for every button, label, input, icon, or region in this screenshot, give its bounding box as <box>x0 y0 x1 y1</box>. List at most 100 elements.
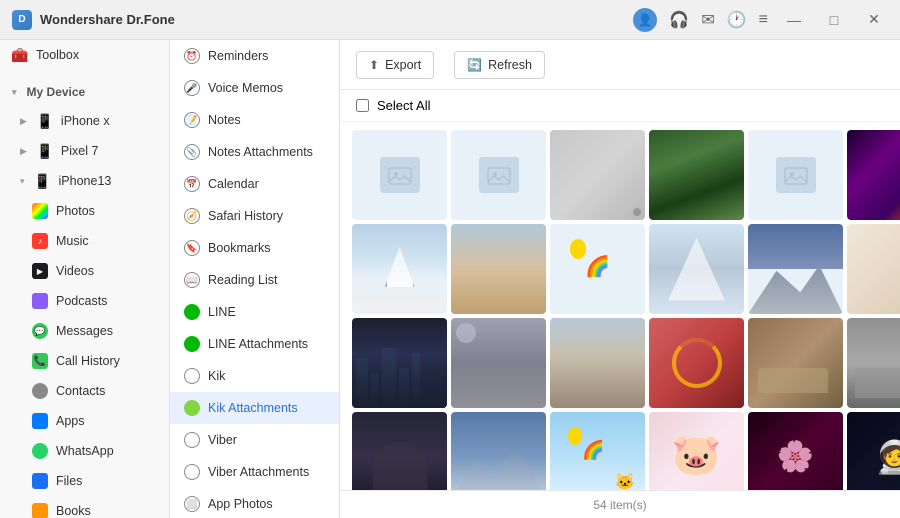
mid-item-bookmarks[interactable]: 🔖 Bookmarks <box>170 232 339 264</box>
iphone13-arrow: ▾ <box>20 176 25 187</box>
photo-purple-door[interactable] <box>847 130 900 220</box>
photo-car2[interactable] <box>847 318 900 408</box>
sidebar-mid: ⏰ Reminders 🎤 Voice Memos 📝 Notes 📎 Note… <box>170 40 340 518</box>
photo-girl1[interactable] <box>451 224 546 314</box>
sidebar-item-photos[interactable]: Photos <box>0 196 169 226</box>
photo-notebook[interactable] <box>550 130 645 220</box>
minimize-button[interactable]: — <box>780 6 808 34</box>
select-all-checkbox[interactable] <box>356 99 369 112</box>
mid-item-viber-attachments[interactable]: Viber Attachments <box>170 456 339 488</box>
mid-item-notes[interactable]: 📝 Notes <box>170 104 339 136</box>
photo-balloon2[interactable]: 🌈 🐱 <box>550 412 645 490</box>
sidebar-item-pixel-7[interactable]: ▶ 📱 Pixel 7 <box>0 136 169 166</box>
select-all-row: Select All <box>340 90 900 122</box>
photo-white-shape[interactable] <box>649 224 744 314</box>
sidebar-item-files[interactable]: Files <box>0 466 169 496</box>
my-device-label: My Device <box>27 85 86 99</box>
photo-girl2[interactable] <box>550 318 645 408</box>
mid-item-reminders[interactable]: ⏰ Reminders <box>170 40 339 72</box>
bookmarks-icon: 🔖 <box>184 240 200 256</box>
photo-mountain3[interactable] <box>451 412 546 490</box>
sidebar-item-iphone13[interactable]: ▾ 📱 iPhone13 <box>0 166 169 196</box>
sidebar-item-music[interactable]: ♪ Music <box>0 226 169 256</box>
photo-placeholder-3[interactable] <box>748 130 843 220</box>
photo-city-night[interactable] <box>352 318 447 408</box>
podcasts-icon <box>32 293 48 309</box>
photo-decor[interactable] <box>847 224 900 314</box>
sidebar-item-call-history[interactable]: 📞 Call History <box>0 346 169 376</box>
refresh-button[interactable]: 🔄 Refresh <box>454 51 545 79</box>
expand-arrow: ▾ <box>12 87 17 98</box>
photo-row-4: 🌈 🐱 🐷 🌸 🧑‍🚀 <box>352 412 888 490</box>
iphone13-icon: 📱 <box>35 173 51 189</box>
toolbox-label: Toolbox <box>36 48 79 62</box>
mid-item-line[interactable]: LINE <box>170 296 339 328</box>
sidebar-item-apps[interactable]: Apps <box>0 406 169 436</box>
sidebar-item-messages[interactable]: 💬 Messages <box>0 316 169 346</box>
photo-mountain1[interactable] <box>748 224 843 314</box>
mid-item-notes-attachments[interactable]: 📎 Notes Attachments <box>170 136 339 168</box>
contacts-icon <box>32 383 48 399</box>
placeholder-icon-1 <box>380 157 420 193</box>
viber-label: Viber <box>208 433 237 447</box>
safari-history-label: Safari History <box>208 209 283 223</box>
mid-item-kik[interactable]: Kik <box>170 360 339 392</box>
line-label: LINE <box>208 305 236 319</box>
close-button[interactable]: ✕ <box>860 6 888 34</box>
sidebar-item-contacts[interactable]: Contacts <box>0 376 169 406</box>
line-attachments-label: LINE Attachments <box>208 337 308 351</box>
mid-item-calendar[interactable]: 📅 Calendar <box>170 168 339 200</box>
reminders-label: Reminders <box>208 49 268 63</box>
app-photos-label: App Photos <box>208 497 273 511</box>
profile-icon[interactable]: 👤 <box>633 8 657 32</box>
music-icon: ♪ <box>32 233 48 249</box>
mid-item-line-attachments[interactable]: LINE Attachments <box>170 328 339 360</box>
mid-item-kik-attachments[interactable]: Kik Attachments <box>170 392 339 424</box>
voice-memos-icon: 🎤 <box>184 80 200 96</box>
mid-item-voice-memos[interactable]: 🎤 Voice Memos <box>170 72 339 104</box>
menu-icon[interactable]: ≡ <box>759 11 768 29</box>
photo-car1[interactable] <box>748 318 843 408</box>
photo-placeholder-1[interactable] <box>352 130 447 220</box>
mid-item-safari-history[interactable]: 🧭 Safari History <box>170 200 339 232</box>
sidebar-item-podcasts[interactable]: Podcasts <box>0 286 169 316</box>
app-photos-icon: ⬜ <box>184 496 200 512</box>
sidebar-item-whatsapp[interactable]: WhatsApp <box>0 436 169 466</box>
maximize-button[interactable]: □ <box>820 6 848 34</box>
photo-dark-flowers[interactable]: 🌸 <box>748 412 843 490</box>
sidebar-item-iphone-x[interactable]: ▶ 📱 iPhone x <box>0 106 169 136</box>
photo-sailboat1[interactable] <box>352 224 447 314</box>
mid-item-app-photos[interactable]: ⬜ App Photos <box>170 488 339 518</box>
photo-rock-face[interactable] <box>451 318 546 408</box>
mid-item-viber[interactable]: Viber <box>170 424 339 456</box>
bookmarks-label: Bookmarks <box>208 241 271 255</box>
photo-forest[interactable] <box>649 130 744 220</box>
history-icon[interactable]: 🕐 <box>727 10 747 30</box>
apps-icon <box>32 413 48 429</box>
mail-icon[interactable]: ✉ <box>701 10 714 30</box>
mid-item-reading-list[interactable]: 📖 Reading List <box>170 264 339 296</box>
photo-pig[interactable]: 🐷 <box>649 412 744 490</box>
headphone-icon[interactable]: 🎧 <box>669 10 689 30</box>
main-layout: 🧰 Toolbox ▾ My Device ▶ 📱 iPhone x ▶ 📱 P… <box>0 40 900 518</box>
pixel-7-icon: 📱 <box>37 143 53 159</box>
reading-list-label: Reading List <box>208 273 278 287</box>
files-label: Files <box>56 474 82 488</box>
placeholder-icon-3 <box>776 157 816 193</box>
apps-label: Apps <box>56 414 85 428</box>
sidebar-item-books[interactable]: Books <box>0 496 169 518</box>
photo-portrait[interactable] <box>352 412 447 490</box>
reminders-icon: ⏰ <box>184 48 200 64</box>
photo-placeholder-2[interactable] <box>451 130 546 220</box>
sidebar-item-videos[interactable]: ▶ Videos <box>0 256 169 286</box>
content-area: ⬆ Export 🔄 Refresh Select All <box>340 40 900 518</box>
photo-balloon1[interactable]: 🌈 <box>550 224 645 314</box>
sidebar-item-toolbox[interactable]: 🧰 Toolbox <box>0 40 169 70</box>
refresh-icon: 🔄 <box>467 58 482 72</box>
sidebar-left: 🧰 Toolbox ▾ My Device ▶ 📱 iPhone x ▶ 📱 P… <box>0 40 170 518</box>
photo-astronaut[interactable]: 🧑‍🚀 <box>847 412 900 490</box>
contacts-label: Contacts <box>56 384 105 398</box>
reading-list-icon: 📖 <box>184 272 200 288</box>
photo-spinner[interactable] <box>649 318 744 408</box>
export-button[interactable]: ⬆ Export <box>356 51 434 79</box>
